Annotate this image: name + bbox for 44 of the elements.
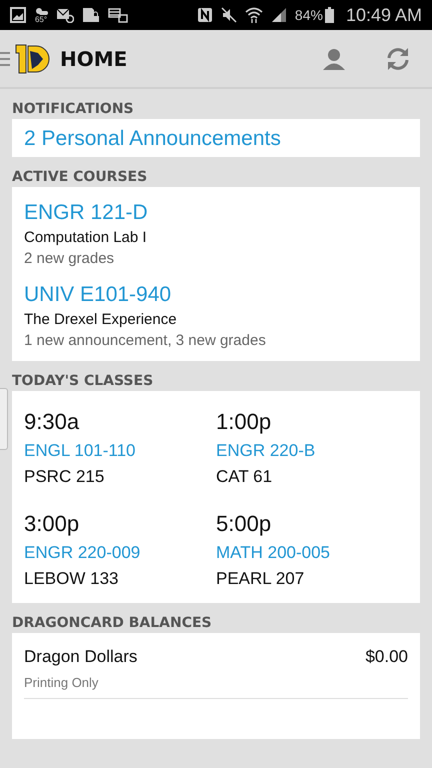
signal-icon	[270, 7, 287, 23]
announcements-link[interactable]: 2 Personal Announcements	[24, 127, 408, 151]
balance-note: Printing Only	[24, 675, 408, 699]
class-link[interactable]: ENGR 220-009	[24, 543, 216, 563]
image-icon	[10, 7, 26, 23]
dragon-logo-icon	[14, 42, 50, 74]
section-heading: ACTIVE COURSES	[12, 168, 148, 187]
section-heading: DRAGONCARD BALANCES	[12, 614, 213, 633]
battery-percent: 84%	[294, 7, 323, 23]
section-heading: TODAY'S CLASSES	[12, 372, 154, 391]
balance-amount: $0.00	[365, 647, 408, 667]
class-time: 5:00p	[216, 511, 272, 537]
class-link[interactable]: ENGL 101-110	[24, 441, 216, 461]
course-name: Computation Lab I	[24, 229, 148, 246]
temperature-text: 65°	[34, 15, 48, 24]
nfc-icon	[196, 7, 213, 23]
page-title: HOME	[60, 46, 128, 70]
class-time: 3:00p	[24, 511, 80, 537]
person-icon	[322, 46, 346, 70]
class-time: 1:00p	[216, 409, 272, 435]
balance-name: Dragon Dollars	[24, 647, 138, 667]
weather-icon	[34, 6, 48, 15]
class-room: PSRC 215	[24, 467, 106, 487]
sd-card-lock-icon	[82, 7, 100, 23]
course-link[interactable]: ENGR 121-D	[24, 201, 408, 225]
course-link[interactable]: UNIV E101-940	[24, 283, 408, 307]
clock-time: 10:49 AM	[346, 4, 422, 26]
mute-icon	[220, 7, 237, 23]
course-name: The Drexel Experience	[24, 311, 178, 328]
course-summary: 1 new announcement, 3 new grades	[24, 332, 267, 349]
class-room: PEARL 207	[216, 569, 306, 589]
stack-icon	[108, 7, 128, 23]
wifi-icon	[244, 7, 263, 23]
section-heading: NOTIFICATIONS	[12, 100, 135, 119]
mail-icon	[56, 7, 74, 23]
course-summary: 2 new grades	[24, 250, 116, 267]
class-room: LEBOW 133	[24, 569, 120, 589]
class-time: 9:30a	[24, 409, 80, 435]
drawer-handle[interactable]	[0, 388, 8, 450]
class-room: CAT 61	[216, 467, 274, 487]
class-link[interactable]: ENGR 220-B	[216, 441, 408, 461]
class-link[interactable]: MATH 200-005	[216, 543, 408, 563]
battery-icon	[324, 7, 334, 23]
menu-icon	[0, 50, 10, 68]
